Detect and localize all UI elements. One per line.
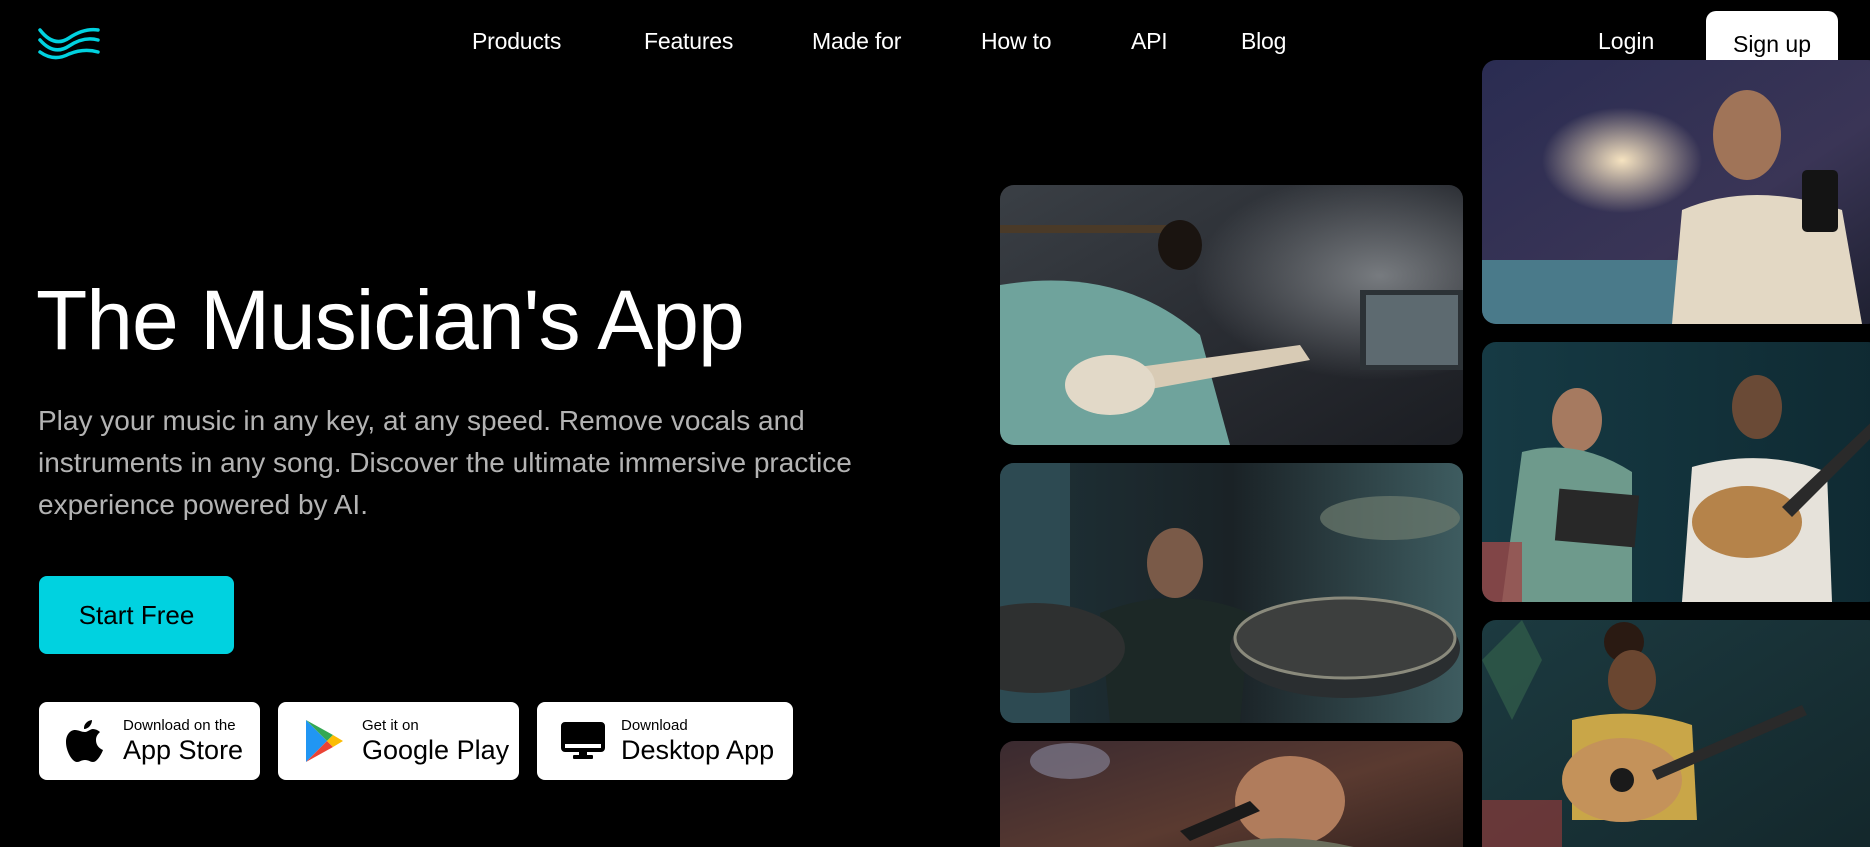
app-store-label: App Store [123, 735, 244, 765]
desktop-app-label: Desktop App [621, 735, 775, 765]
google-play-button[interactable]: Get it on Google Play [278, 702, 519, 780]
desktop-app-small-label: Download [621, 717, 688, 734]
musician-woman-phone-photo [1482, 60, 1870, 324]
musicians-duo-guitar-tablet-photo [1482, 342, 1870, 602]
nav-features[interactable]: Features [644, 28, 733, 55]
desktop-monitor-icon [559, 717, 607, 765]
app-store-small-label: Download on the [123, 717, 236, 734]
nav-how-to[interactable]: How to [981, 28, 1052, 55]
nav-products[interactable]: Products [472, 28, 561, 55]
google-play-label: Google Play [362, 735, 510, 765]
wave-logo-icon[interactable] [38, 26, 100, 60]
musician-older-man-photo [1000, 741, 1463, 847]
hero-subtitle: Play your music in any key, at any speed… [38, 405, 852, 520]
google-play-small-label: Get it on [362, 717, 419, 734]
nav-api[interactable]: API [1131, 28, 1168, 55]
apple-icon [61, 717, 109, 765]
musician-woman-acoustic-guitar-photo [1482, 620, 1870, 847]
nav-made-for[interactable]: Made for [812, 28, 901, 55]
login-link[interactable]: Login [1598, 28, 1654, 55]
desktop-app-button[interactable]: Download Desktop App [537, 702, 793, 780]
hero-title: The Musician's App [36, 273, 745, 367]
app-store-button[interactable]: Download on the App Store [39, 702, 260, 780]
nav-blog[interactable]: Blog [1241, 28, 1286, 55]
start-free-button[interactable]: Start Free [39, 576, 234, 654]
musician-bass-headphones-photo [1000, 185, 1463, 445]
google-play-icon [300, 717, 348, 765]
musician-drummer-photo [1000, 463, 1463, 723]
